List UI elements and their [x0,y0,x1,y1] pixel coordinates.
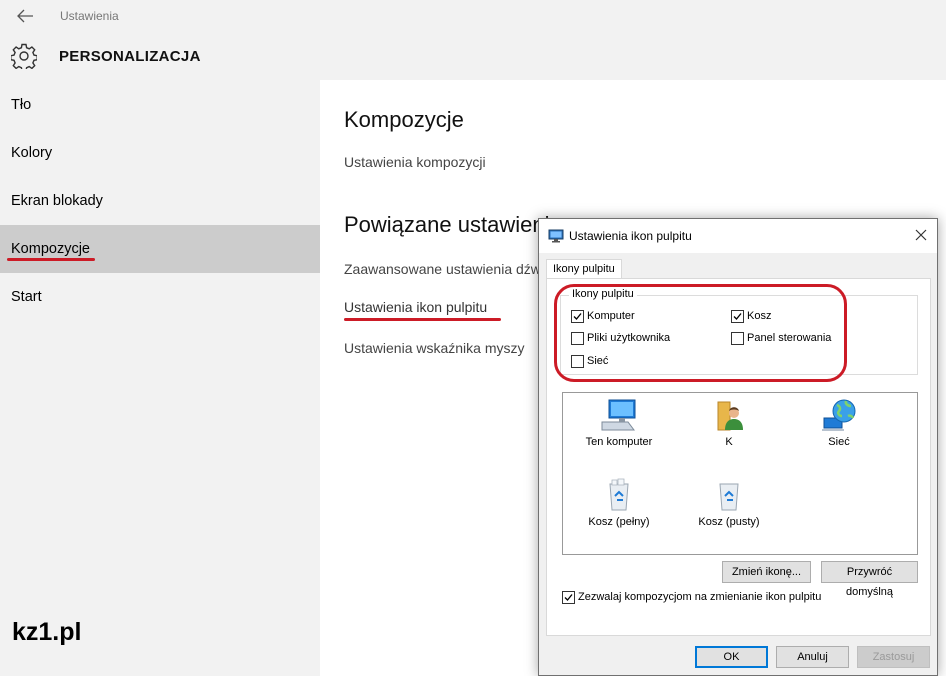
gear-icon [11,43,37,69]
themes-settings-link[interactable]: Ustawienia kompozycji [344,154,486,170]
advanced-sound-settings-link[interactable]: Zaawansowane ustawienia dźwięku [344,261,567,277]
annotation-underline-desktop-icons [344,318,501,321]
screen: Ustawienia PERSONALIZACJA Tło Kolory Ekr… [0,0,946,676]
page-title: Kompozycje [344,107,464,132]
dialog-title: Ustawienia ikon pulpitu [569,229,692,243]
app-title: Ustawienia [60,9,119,23]
sidebar-item-start[interactable]: Start [0,273,320,321]
recycle-bin-empty-icon [719,483,739,511]
header: Ustawienia PERSONALIZACJA [0,0,946,80]
desktop-settings-icon [548,229,564,243]
icon-label: Kosz (pełny) [588,516,650,528]
sidebar-item-themes[interactable]: Kompozycje [0,225,320,273]
checkbox-allow-themes[interactable]: Zezwalaj kompozycjom na zmienianie ikon … [562,591,821,605]
recycle-bin-full-icon [609,478,629,511]
restore-default-button[interactable]: Przywróć domyślną [821,561,918,598]
icon-item-user-files[interactable]: K [674,398,784,448]
icon-label: Kosz (pusty) [698,516,760,528]
apply-button[interactable]: Zastosuj [857,646,930,668]
desktop-icon-settings-link[interactable]: Ustawienia ikon pulpitu [344,299,487,315]
ok-button[interactable]: OK [695,646,768,668]
icon-item-recycle-bin-empty[interactable]: Kosz (pusty) [674,478,784,528]
brand-watermark: kz1.pl [12,618,82,646]
computer-icon [601,399,636,431]
back-arrow-icon[interactable] [16,8,34,24]
desktop-icon-settings-dialog: Ustawienia ikon pulpitu Ikony pulpitu Ik… [538,218,938,676]
close-icon[interactable] [914,228,928,242]
related-settings-heading: Powiązane ustawienia [344,212,562,237]
section-title: PERSONALIZACJA [59,48,201,65]
user-folder-icon [717,401,743,431]
annotation-red-oval [554,284,847,382]
checkbox-box[interactable] [562,591,575,604]
icon-preview-list[interactable]: Ten komputer K Sieć Kosz (pełny) Kosz (p… [562,392,918,555]
sidebar-item-colors[interactable]: Kolory [0,129,320,177]
icon-label: Sieć [828,436,850,448]
tab-panel: Ikony pulpitu Komputer Kosz Pliki użytko… [546,278,931,636]
dialog-titlebar[interactable]: Ustawienia ikon pulpitu [539,219,937,253]
icon-item-recycle-bin-full[interactable]: Kosz (pełny) [564,478,674,528]
cancel-button[interactable]: Anuluj [776,646,849,668]
icon-item-network[interactable]: Sieć [784,398,894,448]
mouse-pointer-settings-link[interactable]: Ustawienia wskaźnika myszy [344,340,525,356]
icon-label: K [725,436,733,448]
icon-item-this-pc[interactable]: Ten komputer [564,398,674,448]
sidebar: Tło Kolory Ekran blokady Kompozycje Star… [0,80,320,676]
network-globe-icon [822,399,856,431]
icon-label: Ten komputer [585,436,653,448]
annotation-underline-themes [7,258,95,261]
tab-desktop-icons[interactable]: Ikony pulpitu [546,259,622,279]
change-icon-button[interactable]: Zmień ikonę... [722,561,811,583]
checkbox-label: Zezwalaj kompozycjom na zmienianie ikon … [578,591,822,603]
sidebar-item-lock-screen[interactable]: Ekran blokady [0,177,320,225]
checkmark-icon [564,594,573,601]
sidebar-item-background[interactable]: Tło [0,81,320,129]
